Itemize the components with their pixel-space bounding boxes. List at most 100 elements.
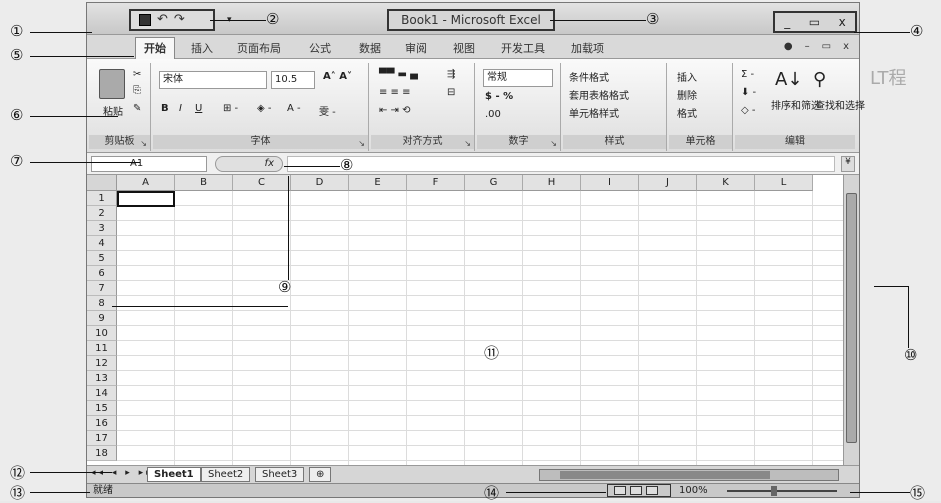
tab-data[interactable]: 数据: [359, 40, 381, 56]
redo-icon[interactable]: ↷: [174, 13, 185, 26]
font-size-select[interactable]: 10.5: [271, 71, 315, 89]
row-header-13[interactable]: 13: [87, 371, 117, 386]
sort-icon[interactable]: A↓: [775, 69, 802, 90]
row-header-7[interactable]: 7: [87, 281, 117, 296]
row-header-2[interactable]: 2: [87, 206, 117, 221]
column-header-d[interactable]: D: [291, 175, 349, 191]
conditional-format-button[interactable]: 条件格式: [569, 69, 609, 84]
restore-button[interactable]: ▭: [809, 15, 820, 29]
row-header-9[interactable]: 9: [87, 311, 117, 326]
merge-center-icon[interactable]: ⊟: [447, 87, 455, 98]
tab-home[interactable]: 开始: [135, 37, 175, 60]
underline-button[interactable]: U: [195, 103, 202, 114]
vertical-scroll-thumb[interactable]: [846, 193, 857, 443]
number-launcher-icon[interactable]: ↘: [550, 139, 557, 148]
row-header-5[interactable]: 5: [87, 251, 117, 266]
table-format-button[interactable]: 套用表格格式: [569, 87, 629, 102]
sheet-tab-1[interactable]: Sheet1: [147, 467, 201, 482]
vertical-scrollbar[interactable]: [843, 175, 859, 465]
sheet-tab-3[interactable]: Sheet3: [255, 467, 305, 482]
tab-review[interactable]: 审阅: [405, 40, 427, 56]
indent-icon[interactable]: ⇤ ⇥ ⟲: [379, 105, 411, 116]
tab-addins[interactable]: 加载项: [571, 40, 604, 56]
tab-insert[interactable]: 插入: [191, 40, 213, 56]
tab-view[interactable]: 视图: [453, 40, 475, 56]
find-select-button[interactable]: 查找和选择: [815, 97, 865, 112]
row-header-6[interactable]: 6: [87, 266, 117, 281]
column-header-e[interactable]: E: [349, 175, 407, 191]
row-header-11[interactable]: 11: [87, 341, 117, 356]
sheet-tab-2[interactable]: Sheet2: [201, 467, 251, 482]
row-header-3[interactable]: 3: [87, 221, 117, 236]
italic-button[interactable]: I: [179, 103, 182, 114]
active-cell-a1[interactable]: [117, 191, 175, 207]
align-left-icon[interactable]: ≡ ≡ ≡: [379, 87, 411, 98]
zoom-slider[interactable]: [727, 490, 837, 492]
font-name-select[interactable]: 宋体: [159, 71, 267, 89]
find-icon[interactable]: ⚲: [813, 69, 826, 90]
doc-minimize-button[interactable]: –: [805, 41, 810, 52]
row-header-12[interactable]: 12: [87, 356, 117, 371]
copy-icon[interactable]: ⎘: [133, 85, 141, 96]
autosum-icon[interactable]: Σ -: [741, 69, 754, 80]
sheet-nav-arrows[interactable]: ◂◂ ◂ ▸ ▸▸: [91, 468, 154, 478]
insert-cells-button[interactable]: 插入: [677, 69, 697, 84]
column-header-g[interactable]: G: [465, 175, 523, 191]
undo-icon[interactable]: ↶: [157, 13, 168, 26]
help-icon[interactable]: ●: [784, 41, 793, 52]
save-icon[interactable]: [139, 14, 151, 26]
horizontal-scrollbar[interactable]: [539, 469, 839, 481]
row-header-14[interactable]: 14: [87, 386, 117, 401]
expand-formula-bar-button[interactable]: ¥: [841, 156, 855, 172]
row-header-18[interactable]: 18: [87, 446, 117, 461]
row-header-17[interactable]: 17: [87, 431, 117, 446]
sort-filter-button[interactable]: 排序和筛选: [771, 97, 821, 112]
column-header-h[interactable]: H: [523, 175, 581, 191]
column-header-l[interactable]: L: [755, 175, 813, 191]
row-header-4[interactable]: 4: [87, 236, 117, 251]
row-header-10[interactable]: 10: [87, 326, 117, 341]
page-break-view-icon[interactable]: [646, 486, 658, 495]
format-cells-button[interactable]: 格式: [677, 105, 697, 120]
column-header-f[interactable]: F: [407, 175, 465, 191]
worksheet-grid[interactable]: A B C D E F G H I J K L 1 2 3 4 5 6 7 8 9 10 11 12 13 14 15 16 17 18: [87, 175, 843, 465]
name-box[interactable]: A1: [91, 156, 207, 172]
column-header-a[interactable]: A: [117, 175, 175, 191]
doc-close-button[interactable]: x: [843, 41, 849, 52]
format-painter-icon[interactable]: ✎: [133, 103, 141, 114]
column-header-i[interactable]: I: [581, 175, 639, 191]
cell-styles-button[interactable]: 单元格样式: [569, 105, 619, 120]
tab-page-layout[interactable]: 页面布局: [237, 40, 281, 56]
column-header-j[interactable]: J: [639, 175, 697, 191]
paste-icon[interactable]: [99, 69, 125, 99]
column-header-b[interactable]: B: [175, 175, 233, 191]
clear-icon[interactable]: ◇ -: [741, 105, 755, 116]
row-header-1[interactable]: 1: [87, 191, 117, 206]
borders-icon[interactable]: ⊞ -: [223, 103, 238, 114]
align-top-icon[interactable]: ▀▀ ▬ ▄: [379, 69, 418, 80]
zoom-slider-knob[interactable]: [771, 486, 777, 496]
fill-icon[interactable]: ⬇ -: [741, 87, 756, 98]
font-color-icon[interactable]: A -: [287, 103, 301, 114]
grow-font-icon[interactable]: A˄ A˅: [323, 71, 352, 82]
page-layout-view-icon[interactable]: [630, 486, 642, 495]
row-header-16[interactable]: 16: [87, 416, 117, 431]
horizontal-scroll-thumb[interactable]: [560, 471, 770, 479]
font-launcher-icon[interactable]: ↘: [358, 139, 365, 148]
normal-view-icon[interactable]: [614, 486, 626, 495]
wrap-text-icon[interactable]: ⇶: [447, 69, 455, 80]
bold-button[interactable]: B: [161, 103, 169, 114]
cut-icon[interactable]: ✂: [133, 69, 141, 80]
tab-developer[interactable]: 开发工具: [501, 40, 545, 56]
close-button[interactable]: x: [839, 15, 846, 29]
select-all-corner[interactable]: [87, 175, 117, 191]
row-header-15[interactable]: 15: [87, 401, 117, 416]
row-header-8[interactable]: 8: [87, 296, 117, 311]
number-format-select[interactable]: 常规: [483, 69, 553, 87]
fill-color-icon[interactable]: ◈ -: [257, 103, 271, 114]
currency-button[interactable]: $ - %: [485, 91, 513, 102]
formula-input[interactable]: [287, 156, 835, 172]
insert-function-button[interactable]: fx: [215, 156, 283, 172]
phonetic-icon[interactable]: 雯 -: [319, 103, 336, 118]
clipboard-launcher-icon[interactable]: ↘: [140, 139, 147, 148]
